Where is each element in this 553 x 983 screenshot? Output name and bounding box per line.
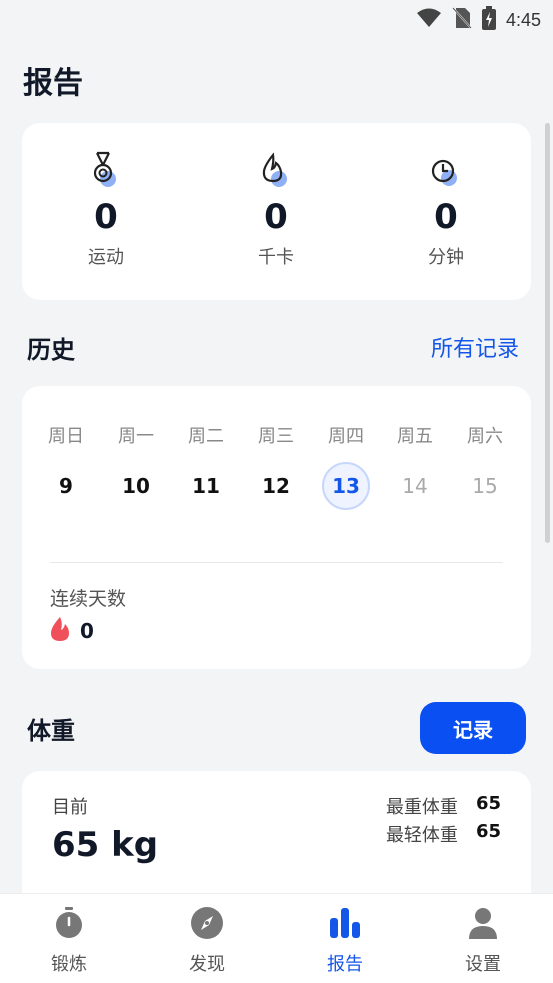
no-sim-icon: [452, 7, 472, 33]
day-number: 15: [472, 474, 498, 498]
clock-icon: [386, 151, 506, 191]
heaviest-row: 最重体重 65: [386, 793, 501, 819]
wifi-icon: [416, 8, 442, 32]
stat-minutes: 0 分钟: [386, 151, 506, 269]
day-number: 11: [192, 474, 220, 498]
day-sunday[interactable]: 周日 9: [36, 422, 96, 510]
streak-value: 0: [80, 619, 94, 643]
tab-label: 锻炼: [51, 954, 87, 975]
lightest-value: 65: [475, 821, 501, 842]
day-name: 周一: [118, 426, 154, 447]
day-number: 10: [122, 474, 150, 498]
day-friday[interactable]: 周五 14: [385, 422, 445, 510]
day-monday[interactable]: 周一 10: [106, 422, 166, 510]
status-time: 4:45: [505, 9, 541, 30]
day-name: 周日: [48, 426, 84, 447]
day-number: 12: [262, 474, 290, 498]
history-card: 周日 9 周一 10 周二 11 周三 12 周四 13 周五 14 周六 15…: [22, 386, 531, 669]
divider: [50, 562, 503, 563]
bottom-tab-bar: 锻炼 发现 报告 设置: [0, 893, 553, 983]
stat-calories: 0 千卡: [216, 151, 336, 269]
day-number-today: 13: [322, 462, 370, 510]
heaviest-label: 最重体重: [385, 797, 458, 818]
person-icon: [466, 906, 500, 944]
record-weight-button[interactable]: 记录: [420, 702, 526, 754]
day-saturday[interactable]: 周六 15: [455, 422, 515, 510]
tab-label: 报告: [327, 954, 363, 975]
streak-label: 连续天数: [50, 588, 127, 610]
current-weight-value: 65 kg: [52, 825, 159, 865]
lightest-label: 最轻体重: [385, 825, 458, 846]
lightest-row: 最轻体重 65: [386, 821, 501, 847]
summary-card: 0 运动 0 千卡 0 分钟: [22, 123, 531, 300]
history-title: 历史: [27, 336, 75, 364]
day-thursday[interactable]: 周四 13: [316, 422, 376, 510]
stat-value: 0: [434, 197, 458, 237]
scrollbar[interactable]: [545, 123, 550, 543]
stat-label: 运动: [88, 247, 124, 268]
day-name: 周五: [397, 426, 433, 447]
stopwatch-icon: [52, 906, 86, 944]
stat-label: 千卡: [258, 247, 294, 268]
day-wednesday[interactable]: 周三 12: [246, 422, 306, 510]
weight-title: 体重: [27, 717, 75, 745]
tab-settings[interactable]: 设置: [414, 894, 552, 983]
day-name: 周四: [328, 426, 364, 447]
streak-row: 0: [50, 616, 94, 646]
compass-icon: [190, 906, 224, 944]
tab-label: 发现: [189, 954, 225, 975]
all-records-link[interactable]: 所有记录: [431, 331, 519, 363]
status-bar: 4:45: [0, 0, 553, 40]
tab-report[interactable]: 报告: [276, 894, 414, 983]
stat-value: 0: [94, 197, 118, 237]
bar-chart-icon: [328, 906, 362, 944]
flame-icon: [50, 616, 70, 646]
page-title: 报告: [23, 66, 83, 101]
medal-icon: [46, 151, 166, 191]
battery-charging-icon: [481, 6, 496, 34]
day-tuesday[interactable]: 周二 11: [176, 422, 236, 510]
stat-label: 分钟: [428, 247, 464, 268]
day-name: 周三: [258, 426, 294, 447]
flame-icon: [216, 151, 336, 191]
heaviest-value: 65: [475, 793, 501, 814]
day-number: 9: [59, 474, 73, 498]
tab-workout[interactable]: 锻炼: [0, 894, 138, 983]
current-weight-label: 目前: [52, 797, 88, 818]
stat-workouts: 0 运动: [46, 151, 166, 269]
day-name: 周二: [188, 426, 224, 447]
day-number: 14: [402, 474, 428, 498]
stat-value: 0: [264, 197, 288, 237]
tab-label: 设置: [465, 954, 501, 975]
day-name: 周六: [467, 426, 503, 447]
tab-discover[interactable]: 发现: [138, 894, 276, 983]
